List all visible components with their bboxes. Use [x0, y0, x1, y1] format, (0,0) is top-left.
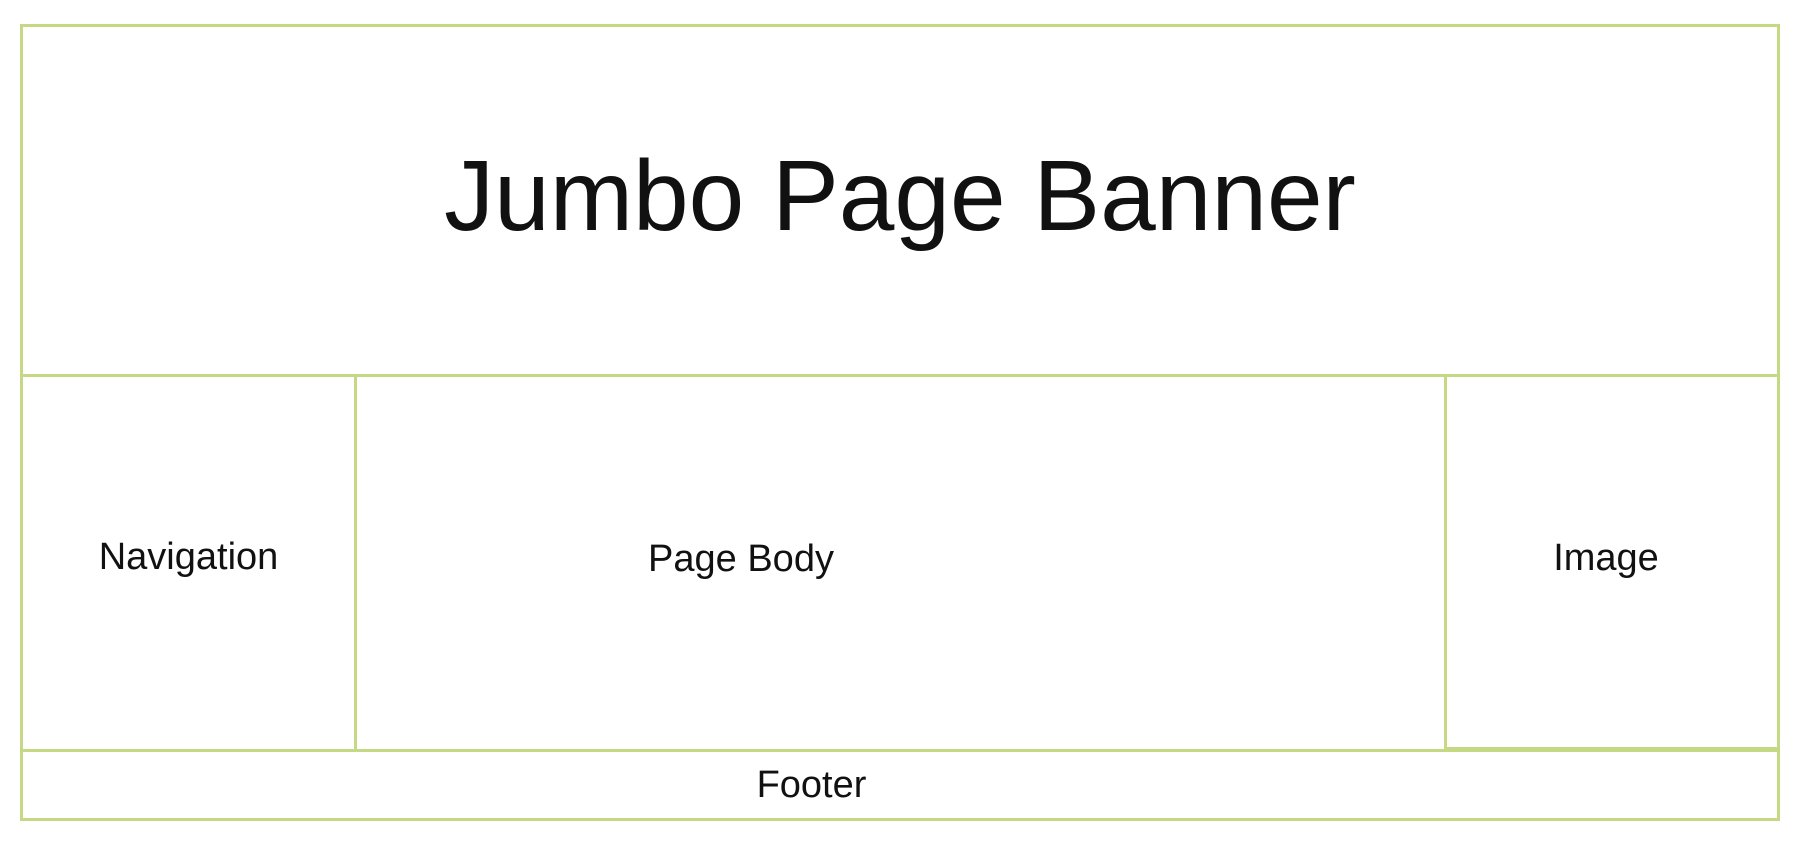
banner-label: Jumbo Page Banner	[444, 139, 1356, 252]
footer-label: Footer	[756, 764, 867, 806]
page-body-region: Page Body	[354, 374, 1448, 752]
page-body-label: Page Body	[648, 538, 834, 580]
footer-region: Footer	[20, 749, 1780, 821]
banner-region: Jumbo Page Banner	[20, 24, 1780, 377]
navigation-label: Navigation	[98, 536, 279, 578]
navigation-region: Navigation	[20, 374, 357, 752]
image-label: Image	[1553, 537, 1659, 579]
image-region: Image	[1444, 374, 1780, 750]
